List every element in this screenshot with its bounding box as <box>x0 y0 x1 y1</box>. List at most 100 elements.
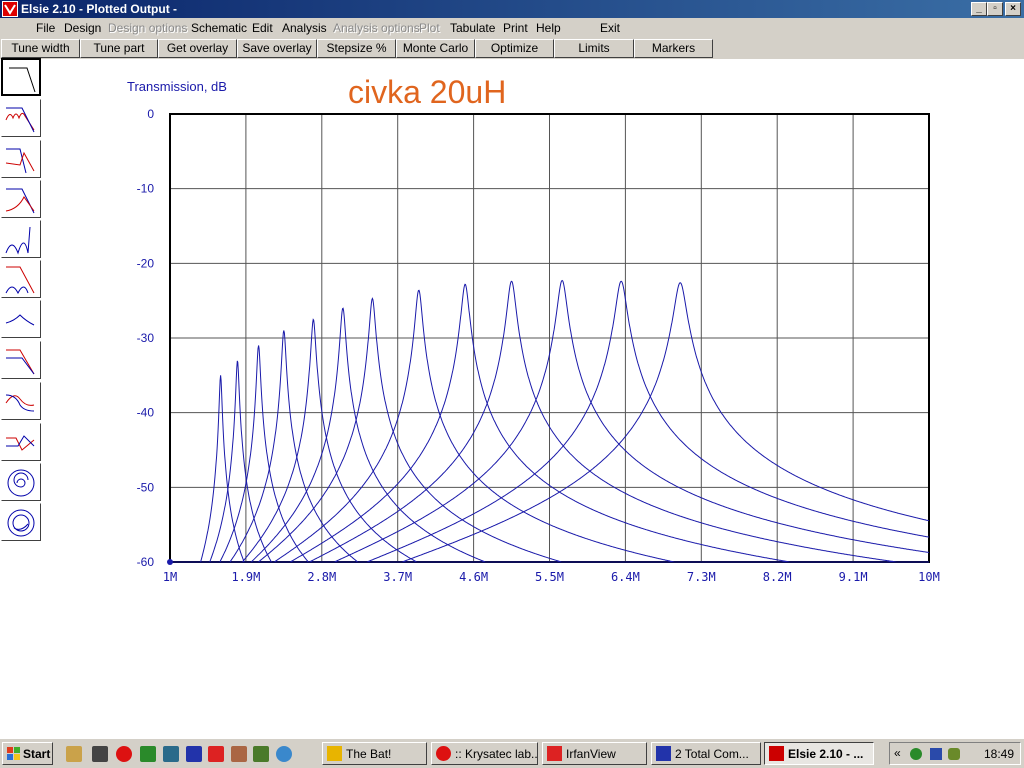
impulse-plot-button[interactable] <box>1 220 41 258</box>
irfanview-icon[interactable] <box>208 746 224 762</box>
task-label: IrfanView <box>566 747 616 761</box>
tray-app-icon[interactable] <box>910 748 922 760</box>
ripple-plot-button[interactable] <box>1 99 41 137</box>
restore-button[interactable]: ▫ <box>987 2 1003 16</box>
lowpass-plot-button[interactable] <box>1 58 41 96</box>
bandpass-plot-button[interactable] <box>1 382 41 420</box>
monte-carlo-button[interactable]: Monte Carlo <box>396 39 475 58</box>
x-tick-label: 1.9M <box>231 570 260 584</box>
y-tick-label: -40 <box>137 406 155 420</box>
opera-icon[interactable] <box>116 746 132 762</box>
task-label: The Bat! <box>346 747 392 761</box>
menu-schematic[interactable]: Schematic <box>191 21 247 35</box>
tray-network-icon[interactable] <box>930 748 942 760</box>
phase-plot-icon <box>5 148 35 174</box>
tune-part-button[interactable]: Tune part <box>80 39 158 58</box>
rolloff-plot-button[interactable] <box>1 341 41 379</box>
menu-tabulate[interactable]: Tabulate <box>450 21 495 35</box>
window-title: Elsie 2.10 - Plotted Output - <box>21 2 178 16</box>
title-bar[interactable]: Elsie 2.10 - Plotted Output - _ ▫ × <box>0 0 1024 18</box>
x-tick-label: 4.6M <box>459 570 488 584</box>
minimize-button[interactable]: _ <box>971 2 987 16</box>
winamp-icon[interactable] <box>66 746 82 762</box>
irfanview-icon <box>547 746 562 761</box>
floppy-icon[interactable] <box>186 746 202 762</box>
close-button[interactable]: × <box>1005 2 1021 16</box>
menu-bar: File Design Design options Schematic Edi… <box>0 18 1024 38</box>
markers-button[interactable]: Markers <box>634 39 713 58</box>
smith-chart-button[interactable] <box>1 463 41 501</box>
chart-title: civka 20uH <box>348 75 506 110</box>
menu-analysis[interactable]: Analysis <box>282 21 327 35</box>
y-tick-label: -20 <box>137 256 155 270</box>
media-icon[interactable] <box>92 746 108 762</box>
x-tick-label: 1M <box>163 570 177 584</box>
taskbar: Start The Bat! :: Krysatec lab... IrfanV… <box>0 738 1024 768</box>
y-axis-label: Transmission, dB <box>127 79 227 94</box>
lowpass-plot-icon <box>9 67 36 93</box>
elsie-app-icon[interactable] <box>2 1 18 17</box>
rolloff-plot-icon <box>6 349 35 375</box>
get-overlay-button[interactable]: Get overlay <box>158 39 237 58</box>
game-icon[interactable] <box>253 746 269 762</box>
clock[interactable]: 18:49 <box>984 747 1014 761</box>
info-icon[interactable] <box>231 746 247 762</box>
menu-edit[interactable]: Edit <box>252 21 273 35</box>
start-button[interactable]: Start <box>2 742 53 765</box>
tray-expand-icon[interactable]: « <box>894 746 901 760</box>
limits-button[interactable]: Limits <box>554 39 634 58</box>
menu-design[interactable]: Design <box>64 21 101 35</box>
refresh-icon[interactable] <box>276 746 292 762</box>
transmission-chart[interactable]: Transmission, dB civka 20uH 0 -10 -20 -30 -4… <box>120 75 950 595</box>
task-irfanview[interactable]: IrfanView <box>542 742 647 765</box>
origin-marker <box>167 559 173 565</box>
impulse-plot-icon <box>5 226 31 255</box>
x-tick-label: 2.8M <box>307 570 336 584</box>
x-tick-label: 10M <box>918 570 940 584</box>
frog-icon[interactable] <box>140 746 156 762</box>
stepsize-button[interactable]: Stepsize % <box>317 39 396 58</box>
save-overlay-button[interactable]: Save overlay <box>237 39 317 58</box>
smith-chart-icon <box>7 469 35 497</box>
task-label: 2 Total Com... <box>675 747 749 761</box>
step-plot-button[interactable] <box>1 260 41 298</box>
menu-design-options[interactable]: Design options <box>108 21 187 35</box>
tune-width-button[interactable]: Tune width <box>1 39 80 58</box>
menu-exit[interactable]: Exit <box>600 21 620 35</box>
notch-plot-button[interactable] <box>1 423 41 461</box>
thebat-icon <box>327 746 342 761</box>
group-delay-plot-button[interactable] <box>1 180 41 218</box>
menu-help[interactable]: Help <box>536 21 561 35</box>
optimize-button[interactable]: Optimize <box>475 39 554 58</box>
task-total-commander[interactable]: 2 Total Com... <box>651 742 761 765</box>
task-opera[interactable]: :: Krysatec lab... <box>431 742 538 765</box>
menu-plot[interactable]: Plot <box>419 21 440 35</box>
task-elsie[interactable]: Elsie 2.10 - ... <box>764 742 874 765</box>
phase-plot-button[interactable] <box>1 140 41 178</box>
menu-print[interactable]: Print <box>503 21 528 35</box>
menu-analysis-options[interactable]: Analysis options <box>333 21 420 35</box>
task-label: :: Krysatec lab... <box>455 747 538 761</box>
response-curves <box>167 279 930 565</box>
task-label: Elsie 2.10 - ... <box>788 747 864 761</box>
x-tick-label: 3.7M <box>383 570 412 584</box>
y-tick-label: -50 <box>137 480 155 494</box>
toolbar: Tune width Tune part Get overlay Save ov… <box>0 38 1024 59</box>
ripple-plot-icon <box>5 107 35 133</box>
shield-icon[interactable] <box>163 746 179 762</box>
smooth-plot-button[interactable] <box>1 300 41 338</box>
elsie-icon <box>769 746 784 761</box>
y-tick-label: -60 <box>137 555 155 569</box>
menu-file[interactable]: File <box>36 21 55 35</box>
tray-volume-icon[interactable] <box>948 748 960 760</box>
y-tick-label: -30 <box>137 331 155 345</box>
notch-plot-icon <box>6 435 35 451</box>
smooth-plot-icon <box>5 314 35 326</box>
opera-icon <box>436 746 451 761</box>
step-plot-icon <box>5 266 35 295</box>
task-thebat[interactable]: The Bat! <box>322 742 427 765</box>
polar-chart-button[interactable] <box>1 503 41 541</box>
x-tick-labels: 1M 1.9M 2.8M 3.7M 4.6M 5.5M 6.4M 7.3M 8.2M 9.1M 10… <box>163 570 940 584</box>
system-tray: « 18:49 <box>889 742 1021 765</box>
start-label: Start <box>23 747 51 761</box>
